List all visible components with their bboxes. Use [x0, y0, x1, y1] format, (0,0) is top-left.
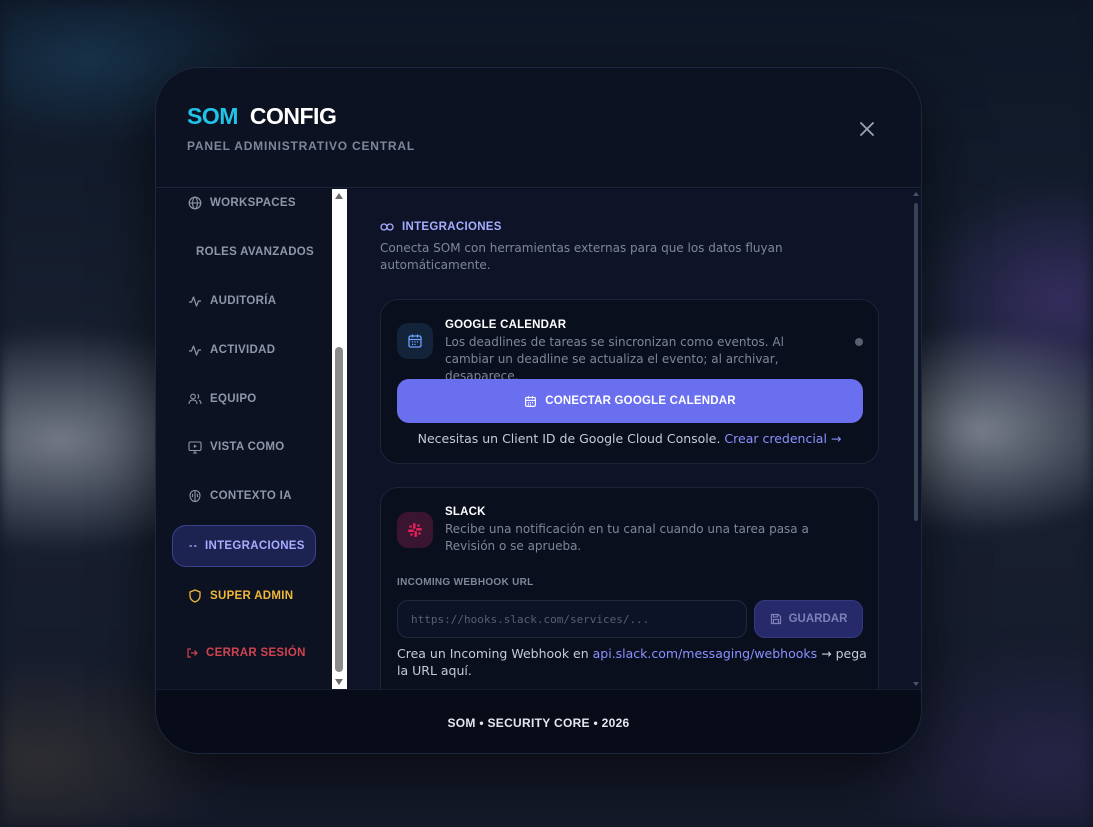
close-icon	[860, 122, 874, 136]
section-description: Conecta SOM con herramientas externas pa…	[380, 241, 783, 272]
sidebar-item-label: EQUIPO	[210, 393, 257, 405]
google-calendar-card: GOOGLE CALENDAR Los deadlines de tareas …	[380, 299, 879, 464]
section-title: INTEGRACIONES	[402, 221, 502, 233]
sidebar-item-label: WORKSPACES	[210, 197, 296, 209]
config-modal: SOM CONFIG PANEL ADMINISTRATIVO CENTRAL W…	[155, 67, 922, 754]
sidebar-item-vista-como[interactable]: VISTA COMO	[172, 426, 316, 468]
footer-text: SOM • SECURITY CORE • 2026	[447, 715, 630, 730]
slack-card: SLACK Recibe una notificación en tu cana…	[380, 487, 879, 689]
sidebar-item-super-admin[interactable]: SUPER ADMIN	[172, 575, 316, 617]
slack-title: SLACK	[445, 506, 486, 518]
slack-description: Recibe una notificación en tu canal cuan…	[445, 522, 809, 553]
sidebar-item-contexto-ia[interactable]: CONTEXTO IA	[172, 475, 316, 517]
brain-icon	[189, 489, 201, 503]
sidebar-item-label: VISTA COMO	[210, 441, 285, 453]
scroll-up-arrow-icon[interactable]	[913, 192, 919, 196]
sidebar-item-roles-avanzados[interactable]: ROLES AVANZADOS	[172, 231, 316, 273]
link-icon	[380, 223, 394, 231]
sidebar-item-label: INTEGRACIONES	[205, 540, 305, 552]
sidebar-item-label: SUPER ADMIN	[210, 590, 294, 602]
save-webhook-button[interactable]: GUARDAR	[754, 600, 863, 638]
modal-footer: SOM • SECURITY CORE • 2026	[156, 689, 921, 753]
globe-icon	[188, 196, 202, 210]
modal-title: SOM CONFIG	[187, 103, 337, 130]
title-primary: SOM	[187, 103, 238, 129]
sidebar-item-workspaces[interactable]: WORKSPACES	[172, 189, 316, 224]
sidebar-item-label: ROLES AVANZADOS	[196, 246, 315, 258]
calendar-icon	[408, 334, 422, 348]
sidebar-item-auditoria[interactable]: AUDITORÍA	[172, 280, 316, 322]
close-button[interactable]	[852, 114, 882, 144]
shield-icon	[189, 589, 201, 603]
connect-google-calendar-button[interactable]: CONECTAR GOOGLE CALENDAR	[397, 379, 863, 423]
title-secondary: CONFIG	[249, 103, 337, 129]
activity-icon	[189, 345, 201, 356]
logout-icon	[187, 648, 198, 658]
section-header: INTEGRACIONES	[380, 221, 502, 233]
google-calendar-badge	[397, 323, 433, 359]
webhook-url-input[interactable]	[397, 600, 747, 638]
google-calendar-description: Los deadlines de tareas se sincronizan c…	[445, 335, 784, 383]
main-content: INTEGRACIONES Conecta SOM con herramient…	[347, 189, 921, 689]
create-credential-link[interactable]: Crear credencial →	[724, 431, 841, 446]
google-calendar-title: GOOGLE CALENDAR	[445, 319, 567, 331]
scroll-down-arrow-icon[interactable]	[913, 682, 919, 686]
sidebar-item-equipo[interactable]: EQUIPO	[172, 378, 316, 420]
sidebar-scrollbar[interactable]	[332, 189, 347, 689]
calendar-icon	[525, 395, 537, 407]
google-note-text: Necesitas un Client ID de Google Cloud C…	[417, 431, 721, 446]
sidebar: WORKSPACES ROLES AVANZADOS AUDITORÍA ACT…	[156, 189, 332, 689]
users-icon	[188, 393, 202, 405]
modal-subtitle: PANEL ADMINISTRATIVO CENTRAL	[187, 139, 415, 153]
link-icon	[189, 545, 197, 547]
save-icon	[770, 613, 781, 625]
sidebar-item-label: CERRAR SESIÓN	[206, 647, 306, 659]
slack-icon	[408, 523, 422, 537]
connection-status-dot	[855, 338, 863, 346]
scrollbar-thumb[interactable]	[914, 203, 918, 521]
google-calendar-note: Necesitas un Client ID de Google Cloud C…	[381, 431, 878, 446]
sidebar-item-label: ACTIVIDAD	[210, 344, 276, 356]
scroll-up-arrow-icon[interactable]	[335, 193, 343, 199]
save-button-label: GUARDAR	[788, 613, 848, 625]
slack-webhooks-link[interactable]: api.slack.com/messaging/webhooks	[593, 646, 818, 661]
sidebar-item-cerrar-sesion[interactable]: CERRAR SESIÓN	[172, 632, 316, 674]
sidebar-item-integraciones[interactable]: INTEGRACIONES	[172, 525, 316, 567]
sidebar-item-label: AUDITORÍA	[210, 295, 277, 307]
slack-note: Crea un Incoming Webhook en api.slack.co…	[397, 645, 867, 679]
scroll-down-arrow-icon[interactable]	[335, 679, 343, 685]
modal-header: SOM CONFIG PANEL ADMINISTRATIVO CENTRAL	[156, 68, 921, 188]
sidebar-item-label: CONTEXTO IA	[210, 490, 292, 502]
connect-button-label: CONECTAR GOOGLE CALENDAR	[545, 395, 736, 407]
activity-icon	[189, 296, 201, 307]
slack-badge	[397, 512, 433, 548]
sidebar-item-actividad[interactable]: ACTIVIDAD	[172, 329, 316, 371]
monitor-icon	[188, 441, 202, 454]
webhook-url-label: INCOMING WEBHOOK URL	[397, 577, 534, 588]
slack-note-pre: Crea un Incoming Webhook en	[397, 646, 589, 661]
content-scrollbar[interactable]	[911, 189, 921, 689]
scrollbar-thumb[interactable]	[335, 347, 343, 672]
